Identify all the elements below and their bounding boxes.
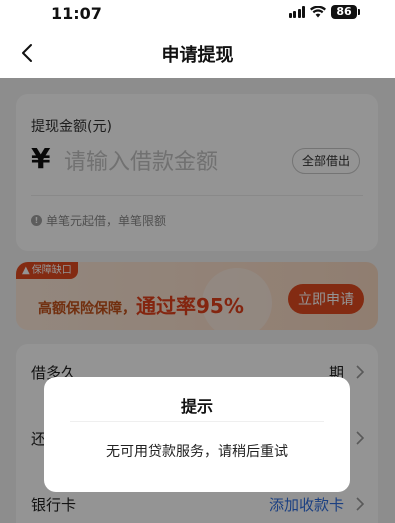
signal-icon [288, 6, 305, 18]
app-root: 11:07 86 申请提现 提现金额(元) ¥ 请输入借款金额 全部借出 ! 单… [0, 0, 395, 523]
nav-bar: 申请提现 [0, 28, 395, 78]
status-bar: 11:07 86 [0, 0, 395, 28]
status-time: 11:07 [51, 4, 102, 23]
wifi-icon [310, 6, 326, 18]
dialog-divider [70, 421, 324, 422]
status-icons: 86 [288, 5, 360, 19]
dialog-title: 提示 [180, 397, 213, 416]
dialog-message: 无可用贷款服务，请稍后重试 [106, 444, 288, 460]
battery-indicator: 86 [331, 5, 360, 19]
alert-dialog: 提示 无可用贷款服务，请稍后重试 [44, 377, 350, 492]
page-title: 申请提现 [161, 45, 234, 66]
